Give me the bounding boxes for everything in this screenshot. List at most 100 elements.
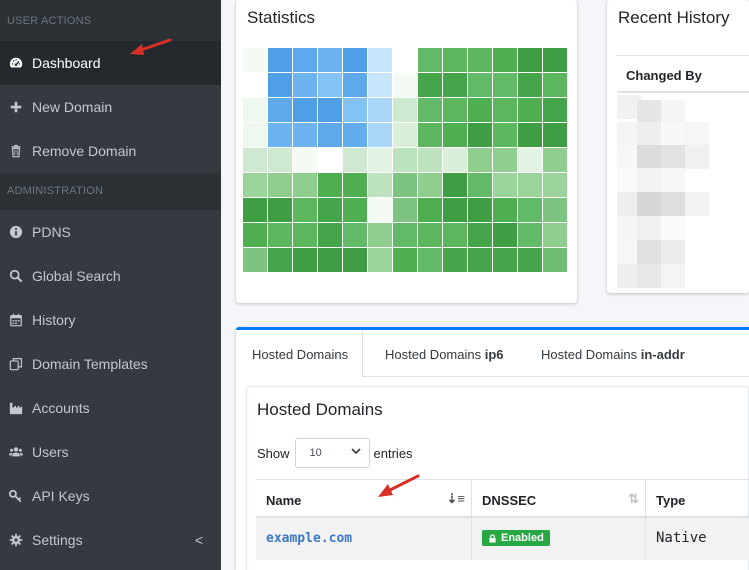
redacted-cell — [637, 192, 661, 216]
mosaic-cell — [243, 48, 267, 72]
mosaic-cell — [493, 148, 517, 172]
mosaic-cell — [518, 173, 542, 197]
redacted-cell — [637, 145, 661, 169]
table-header-row: Name ⇣≡ DNSSEC ⇅ Type — [256, 480, 749, 518]
recent-history-title: Recent History — [618, 8, 730, 27]
tab-hosted-domains[interactable]: Hosted Domains — [236, 330, 363, 378]
mosaic-cell — [368, 248, 392, 272]
domains-tabs-card: Hosted Domains Hosted Domains ip6 Hosted… — [236, 327, 749, 570]
redacted-cell — [637, 216, 661, 240]
mosaic-cell — [443, 123, 467, 147]
mosaic-cell — [368, 73, 392, 97]
tab-hosted-domains-in-addr[interactable]: Hosted Domains in-addr — [541, 330, 716, 377]
column-header-name[interactable]: Name ⇣≡ — [256, 480, 472, 518]
mosaic-cell — [393, 98, 417, 122]
redacted-cell — [661, 240, 685, 264]
mosaic-cell — [243, 148, 267, 172]
mosaic-cell — [493, 73, 517, 97]
mosaic-cell — [368, 48, 392, 72]
sort-both-icon: ⇅ — [628, 491, 639, 506]
mosaic-cell — [443, 48, 467, 72]
chevron-left-icon[interactable]: < — [195, 532, 203, 548]
mosaic-cell — [268, 198, 292, 222]
mosaic-cell — [468, 248, 492, 272]
mosaic-cell — [293, 98, 317, 122]
clone-icon — [8, 356, 24, 372]
mosaic-cell — [518, 73, 542, 97]
mosaic-cell — [468, 73, 492, 97]
sidebar-item-domain-templates[interactable]: Domain Templates — [0, 342, 221, 386]
mosaic-cell — [268, 123, 292, 147]
redacted-cell — [661, 122, 685, 146]
tab-hosted-domains-ip6[interactable]: Hosted Domains ip6 — [385, 330, 535, 377]
gear-icon — [8, 532, 24, 548]
mosaic-cell — [293, 123, 317, 147]
sidebar-item-history[interactable]: History — [0, 298, 221, 342]
mosaic-cell — [343, 123, 367, 147]
sidebar-item-label: API Keys — [32, 488, 90, 504]
mosaic-cell — [243, 248, 267, 272]
mosaic-cell — [418, 48, 442, 72]
mosaic-cell — [243, 198, 267, 222]
mosaic-cell — [493, 198, 517, 222]
redacted-cell — [685, 145, 709, 169]
sidebar-item-pdns[interactable]: PDNS — [0, 210, 221, 254]
column-header-type[interactable]: Type — [646, 480, 749, 518]
mosaic-cell — [443, 198, 467, 222]
mosaic-cell — [343, 198, 367, 222]
sidebar-header-user-actions: USER ACTIONS — [0, 0, 221, 41]
mosaic-cell — [243, 73, 267, 97]
redacted-cell — [685, 192, 709, 216]
mosaic-cell — [368, 223, 392, 247]
mosaic-cell — [543, 148, 567, 172]
mosaic-cell — [318, 223, 342, 247]
mosaic-cell — [493, 248, 517, 272]
mosaic-cell — [518, 248, 542, 272]
redacted-cell — [637, 264, 661, 288]
entries-length-control: Show 10 entries — [257, 438, 413, 468]
plus-icon — [8, 99, 24, 115]
show-label: Show — [257, 445, 290, 461]
mosaic-cell — [243, 173, 267, 197]
entries-select[interactable]: 10 — [294, 438, 370, 468]
redacted-cell — [637, 122, 661, 146]
mosaic-cell — [368, 123, 392, 147]
column-header-dnssec[interactable]: DNSSEC ⇅ — [472, 480, 646, 518]
domain-link[interactable]: example.com — [266, 531, 352, 546]
sidebar-item-label: History — [32, 312, 76, 328]
industry-icon — [8, 400, 24, 416]
sidebar-item-new-domain[interactable]: New Domain — [0, 85, 221, 129]
sidebar-item-dashboard[interactable]: Dashboard — [0, 41, 221, 85]
sidebar-item-users[interactable]: Users — [0, 430, 221, 474]
mosaic-cell — [543, 123, 567, 147]
mosaic-cell — [293, 248, 317, 272]
mosaic-cell — [443, 173, 467, 197]
sidebar: USER ACTIONS Dashboard New Domain Remove… — [0, 0, 221, 570]
sidebar-item-api-keys[interactable]: API Keys — [0, 474, 221, 518]
sidebar-item-remove-domain[interactable]: Remove Domain — [0, 129, 221, 173]
mosaic-cell — [468, 223, 492, 247]
key-icon — [8, 488, 24, 504]
mosaic-cell — [418, 248, 442, 272]
mosaic-cell — [518, 123, 542, 147]
redacted-cell — [685, 122, 709, 146]
redacted-cell — [661, 264, 685, 288]
mosaic-cell — [468, 48, 492, 72]
cell-domain-name: example.com — [256, 518, 472, 560]
sidebar-item-label: Domain Templates — [32, 356, 148, 372]
mosaic-cell — [443, 148, 467, 172]
recent-history-card: Recent History Changed By — [607, 0, 749, 293]
mosaic-cell — [518, 148, 542, 172]
statistics-title: Statistics — [247, 8, 316, 27]
mosaic-cell — [443, 98, 467, 122]
mosaic-cell — [543, 198, 567, 222]
mosaic-cell — [518, 98, 542, 122]
mosaic-cell — [343, 148, 367, 172]
mosaic-cell — [243, 123, 267, 147]
sidebar-item-accounts[interactable]: Accounts — [0, 386, 221, 430]
mosaic-cell — [543, 248, 567, 272]
sidebar-header-administration: ADMINISTRATION — [0, 173, 221, 210]
annotation-arrow-dashboard — [130, 38, 172, 55]
sidebar-item-global-search[interactable]: Global Search — [0, 254, 221, 298]
sidebar-item-settings[interactable]: Settings < — [0, 518, 221, 562]
